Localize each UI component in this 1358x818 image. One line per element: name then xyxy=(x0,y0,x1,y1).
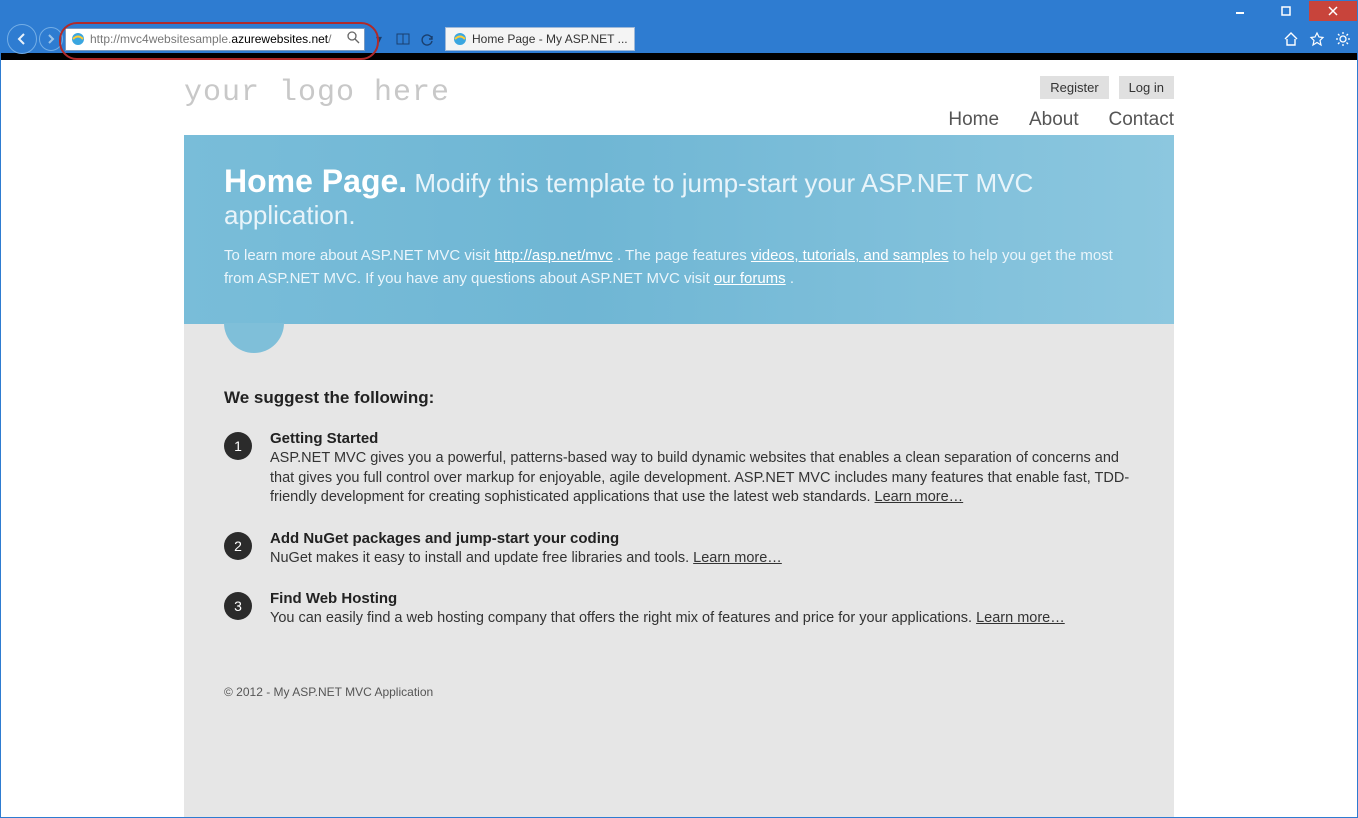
hero-bump xyxy=(224,323,284,353)
hero-text: To learn more about ASP.NET MVC visit xyxy=(224,247,494,264)
item-body: ASP.NET MVC gives you a powerful, patter… xyxy=(270,449,1134,508)
back-button[interactable] xyxy=(7,24,37,54)
browser-window: http://mvc4websitesample.azurewebsites.n… xyxy=(0,0,1358,818)
browser-toolbar: http://mvc4websitesample.azurewebsites.n… xyxy=(1,25,1357,53)
browser-tab[interactable]: Home Page - My ASP.NET ... × xyxy=(445,27,635,51)
hero-banner: Home Page. Modify this template to jump-… xyxy=(184,135,1174,324)
main-nav: Home About Contact xyxy=(922,109,1174,131)
address-bar-icons xyxy=(343,31,360,47)
maximize-button[interactable] xyxy=(1263,1,1309,21)
ie-icon xyxy=(70,31,86,47)
list-item: 3 Find Web Hosting You can easily find a… xyxy=(224,590,1134,629)
suggestions-heading: We suggest the following: xyxy=(224,388,1134,408)
nav-home[interactable]: Home xyxy=(948,109,999,130)
url-host: azurewebsites.net xyxy=(231,32,328,46)
search-icon[interactable] xyxy=(347,31,360,47)
learn-more-link[interactable]: Learn more… xyxy=(875,489,964,505)
learn-more-link[interactable]: Learn more… xyxy=(693,550,782,566)
address-bar[interactable]: http://mvc4websitesample.azurewebsites.n… xyxy=(65,28,365,51)
toolbar-right-icons xyxy=(1283,31,1351,47)
step-number: 2 xyxy=(224,532,252,560)
dropdown-icon[interactable]: ▾ xyxy=(369,29,389,49)
url-prefix: http://mvc4websitesample. xyxy=(90,32,231,46)
account-area: Register Log in Home About Contact xyxy=(922,76,1174,131)
nav-contact[interactable]: Contact xyxy=(1109,109,1174,130)
top-black-strip xyxy=(1,53,1357,60)
step-number: 1 xyxy=(224,432,252,460)
favorites-icon[interactable] xyxy=(1309,31,1325,47)
site-logo: your logo here xyxy=(184,76,450,110)
tab-close-icon[interactable]: × xyxy=(628,32,635,46)
body-gray-area: We suggest the following: 1 Getting Star… xyxy=(184,324,1174,817)
hero-link-forums[interactable]: our forums xyxy=(714,270,786,287)
address-bar-wrap: http://mvc4websitesample.azurewebsites.n… xyxy=(65,28,365,51)
item-body: You can easily find a web hosting compan… xyxy=(270,609,1065,629)
suggestions: We suggest the following: 1 Getting Star… xyxy=(184,354,1174,671)
close-button[interactable] xyxy=(1309,1,1357,21)
tab-title: Home Page - My ASP.NET ... xyxy=(472,32,628,46)
learn-more-link[interactable]: Learn more… xyxy=(976,610,1065,626)
list-item: 1 Getting Started ASP.NET MVC gives you … xyxy=(224,430,1134,508)
footer-text: © 2012 - My ASP.NET MVC Application xyxy=(224,685,433,699)
item-text: ASP.NET MVC gives you a powerful, patter… xyxy=(270,450,1129,505)
tools-icon[interactable] xyxy=(1335,31,1351,47)
site-footer: © 2012 - My ASP.NET MVC Application xyxy=(184,671,1174,713)
item-title: Find Web Hosting xyxy=(270,590,1065,607)
item-title: Add NuGet packages and jump-start your c… xyxy=(270,530,782,547)
hero-link-samples[interactable]: videos, tutorials, and samples xyxy=(751,247,949,264)
login-button[interactable]: Log in xyxy=(1119,76,1174,99)
url-suffix: / xyxy=(328,32,331,46)
refresh-icon[interactable] xyxy=(417,29,437,49)
hero-link-mvc[interactable]: http://asp.net/mvc xyxy=(494,247,612,264)
nav-about[interactable]: About xyxy=(1029,109,1079,130)
window-titlebar xyxy=(1,1,1357,25)
page-viewport: your logo here Register Log in Home Abou… xyxy=(1,53,1357,817)
step-number: 3 xyxy=(224,592,252,620)
item-text: You can easily find a web hosting compan… xyxy=(270,610,976,626)
minimize-button[interactable] xyxy=(1217,1,1263,21)
hero-paragraph: To learn more about ASP.NET MVC visit ht… xyxy=(224,245,1134,290)
ie-icon xyxy=(452,31,468,47)
hero-text: . The page features xyxy=(617,247,751,264)
hero-title: Home Page. Modify this template to jump-… xyxy=(224,163,1134,231)
register-button[interactable]: Register xyxy=(1040,76,1108,99)
item-body: NuGet makes it easy to install and updat… xyxy=(270,549,782,569)
compat-view-icon[interactable] xyxy=(393,29,413,49)
site-header: your logo here Register Log in Home Abou… xyxy=(184,60,1174,135)
item-title: Getting Started xyxy=(270,430,1134,447)
list-item: 2 Add NuGet packages and jump-start your… xyxy=(224,530,1134,569)
page-container: your logo here Register Log in Home Abou… xyxy=(184,60,1174,817)
item-text: NuGet makes it easy to install and updat… xyxy=(270,550,693,566)
hero-text: . xyxy=(790,270,794,287)
forward-button[interactable] xyxy=(39,27,63,51)
home-icon[interactable] xyxy=(1283,31,1299,47)
hero-title-strong: Home Page. xyxy=(224,163,407,199)
